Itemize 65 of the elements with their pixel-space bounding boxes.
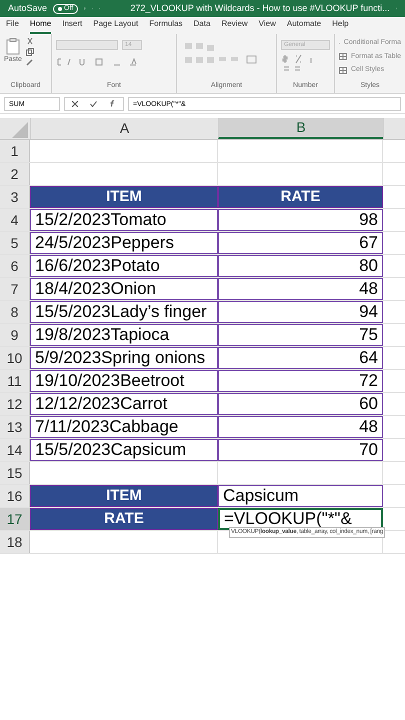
row-header[interactable]: 13 xyxy=(0,416,30,438)
table-cell: Capsicum xyxy=(218,485,383,507)
row-header[interactable]: 10 xyxy=(0,347,30,369)
row-header[interactable]: 3 xyxy=(0,186,30,208)
row-header[interactable]: 1 xyxy=(0,140,30,162)
scissors-icon[interactable] xyxy=(26,38,34,46)
table-cell: 7/11/2023Cabbage xyxy=(30,416,218,438)
table-cell: 72 xyxy=(218,370,383,392)
table-cell: 48 xyxy=(218,416,383,438)
menu-tab[interactable]: Page Layout xyxy=(93,18,138,34)
table-cell: 48 xyxy=(218,278,383,300)
column-header[interactable]: B xyxy=(218,118,383,139)
row-header[interactable]: 15 xyxy=(0,462,30,484)
table-cell: 19/10/2023Beetroot xyxy=(30,370,218,392)
header-cell: ITEM xyxy=(30,186,218,208)
brush-icon[interactable] xyxy=(26,58,34,66)
table-cell: 24/5/2023Peppers xyxy=(30,232,218,254)
table-cell: 80 xyxy=(218,255,383,277)
menu-tab[interactable]: Formulas xyxy=(149,18,183,34)
function-icon[interactable] xyxy=(109,100,116,107)
table-cell: 15/5/2023Capsicum xyxy=(30,439,218,461)
window-title: 272_VLOOKUP with Wildcards - How to use #VLOOKUP functi... xyxy=(130,2,390,15)
table-cell: 60 xyxy=(218,393,383,415)
row-header[interactable]: 11 xyxy=(0,370,30,392)
table-cell: 98 xyxy=(218,209,383,231)
table-cell: 12/12/2023Carrot xyxy=(30,393,218,415)
header-cell: RATE xyxy=(218,186,383,208)
table-cell: 18/4/2023Onion xyxy=(30,278,218,300)
table-cell: 64 xyxy=(218,347,383,369)
row-header[interactable]: 2 xyxy=(0,163,30,185)
row-header[interactable]: 12 xyxy=(0,393,30,415)
menu-tab[interactable]: Automate xyxy=(286,18,322,34)
table-cell: 5/9/2023Spring onions xyxy=(30,347,218,369)
header-cell: ITEM xyxy=(30,485,218,507)
table-cell: 15/5/2023Lady’s finger xyxy=(30,301,218,323)
row-header[interactable]: 18 xyxy=(0,531,30,553)
row-header[interactable]: 8 xyxy=(0,301,30,323)
clipboard-icon[interactable] xyxy=(6,38,20,55)
menu-tab[interactable]: Insert xyxy=(62,18,82,34)
font-name-field[interactable] xyxy=(56,40,118,50)
row-header[interactable]: 17 xyxy=(0,508,30,530)
table-cell: 19/8/2023Tapioca xyxy=(30,324,218,346)
menu-tab[interactable]: Data xyxy=(194,18,210,34)
header-cell: RATE xyxy=(30,508,218,530)
table-cell: 75 xyxy=(218,324,383,346)
row-header[interactable]: 7 xyxy=(0,278,30,300)
table-cell: 67 xyxy=(218,232,383,254)
menu-tab[interactable]: Review xyxy=(221,18,248,34)
row-header[interactable]: 5 xyxy=(0,232,30,254)
autosave-label: AutoSave xyxy=(8,2,48,15)
row-header[interactable]: 14 xyxy=(0,439,30,461)
row-header[interactable]: 9 xyxy=(0,324,30,346)
menu-tab[interactable]: View xyxy=(258,18,276,34)
close-icon[interactable] xyxy=(72,100,78,106)
table-cell: 94 xyxy=(218,301,383,323)
copy-icon[interactable] xyxy=(26,48,34,56)
check-icon[interactable] xyxy=(90,100,97,106)
row-header[interactable]: 16 xyxy=(0,485,30,507)
row-header[interactable]: 6 xyxy=(0,255,30,277)
row-header[interactable]: 4 xyxy=(0,209,30,231)
table-cell: 70 xyxy=(218,439,383,461)
table-cell: 16/6/2023Potato xyxy=(30,255,218,277)
menu-tab[interactable]: File xyxy=(6,18,19,34)
menu-tab[interactable]: Help xyxy=(332,18,349,34)
table-cell: 15/2/2023Tomato xyxy=(30,209,218,231)
